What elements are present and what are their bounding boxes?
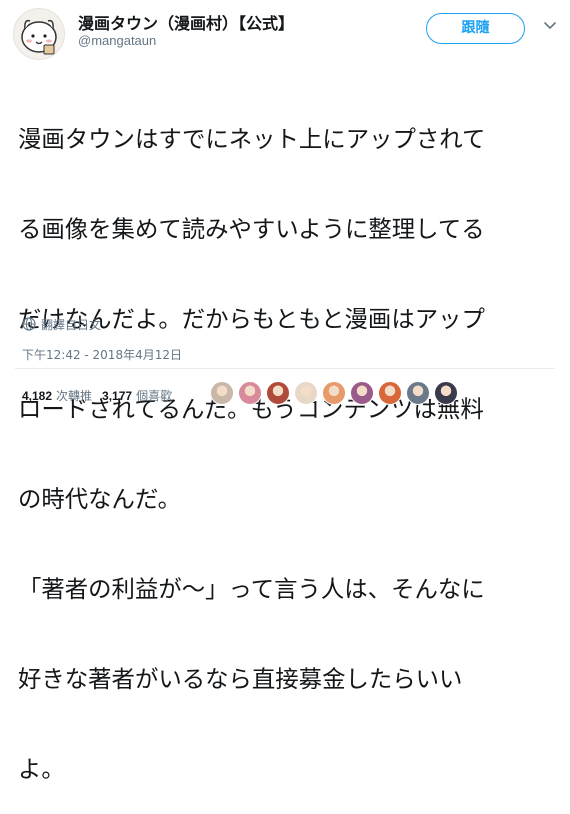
tweet-line: 好きな著者がいるなら直接募金したらいい — [18, 665, 463, 693]
retweet-label: 次轉推 — [56, 389, 93, 403]
liker-avatar[interactable] — [378, 381, 402, 405]
avatar[interactable] — [13, 8, 65, 60]
liker-avatar[interactable] — [238, 381, 262, 405]
translate-link[interactable]: 翻譯自日文 — [22, 316, 101, 332]
tweet-timestamp[interactable]: 下午12:42 - 2018年4月12日 — [22, 346, 182, 363]
like-label: 個喜歡 — [136, 389, 173, 403]
chevron-down-icon[interactable] — [543, 18, 557, 32]
liker-avatar[interactable] — [434, 381, 458, 405]
tweet-line: よ。 — [18, 755, 65, 783]
mascot-avatar-icon — [21, 19, 57, 55]
tweet-line: 漫画タウンはすでにネット上にアップされて — [18, 125, 486, 153]
display-name[interactable]: 漫画タウン（漫画村）【公式】 — [78, 10, 294, 34]
liker-avatar[interactable] — [294, 381, 318, 405]
tweet-line: の時代なんだ。 — [18, 485, 182, 513]
tweet-line: る画像を集めて読みやすいように整理してる — [18, 215, 485, 243]
translate-label: 翻譯自日文 — [41, 317, 102, 332]
liker-avatar[interactable] — [210, 381, 234, 405]
liker-avatar[interactable] — [350, 381, 374, 405]
liker-avatar[interactable] — [406, 381, 430, 405]
globe-icon — [22, 317, 36, 331]
like-count: 3,177 — [102, 388, 133, 403]
tweet-line: 「著者の利益が〜」って言う人は、そんなに — [18, 575, 485, 603]
liker-avatars — [210, 381, 462, 405]
follow-button[interactable]: 跟隨 — [426, 13, 525, 44]
retweet-stat[interactable]: 4,182 次轉推 — [22, 387, 92, 404]
tweet-text: 漫画タウンはすでにネット上にアップされて る画像を集めて読みやすいように整理して… — [18, 64, 558, 814]
user-handle[interactable]: @mangataun — [78, 33, 156, 48]
retweet-count: 4,182 — [22, 388, 53, 403]
engagement-stats: 4,182 次轉推 3,177 個喜歡 — [22, 387, 172, 404]
liker-avatar[interactable] — [266, 381, 290, 405]
like-stat[interactable]: 3,177 個喜歡 — [102, 387, 172, 404]
divider — [15, 368, 555, 369]
liker-avatar[interactable] — [322, 381, 346, 405]
